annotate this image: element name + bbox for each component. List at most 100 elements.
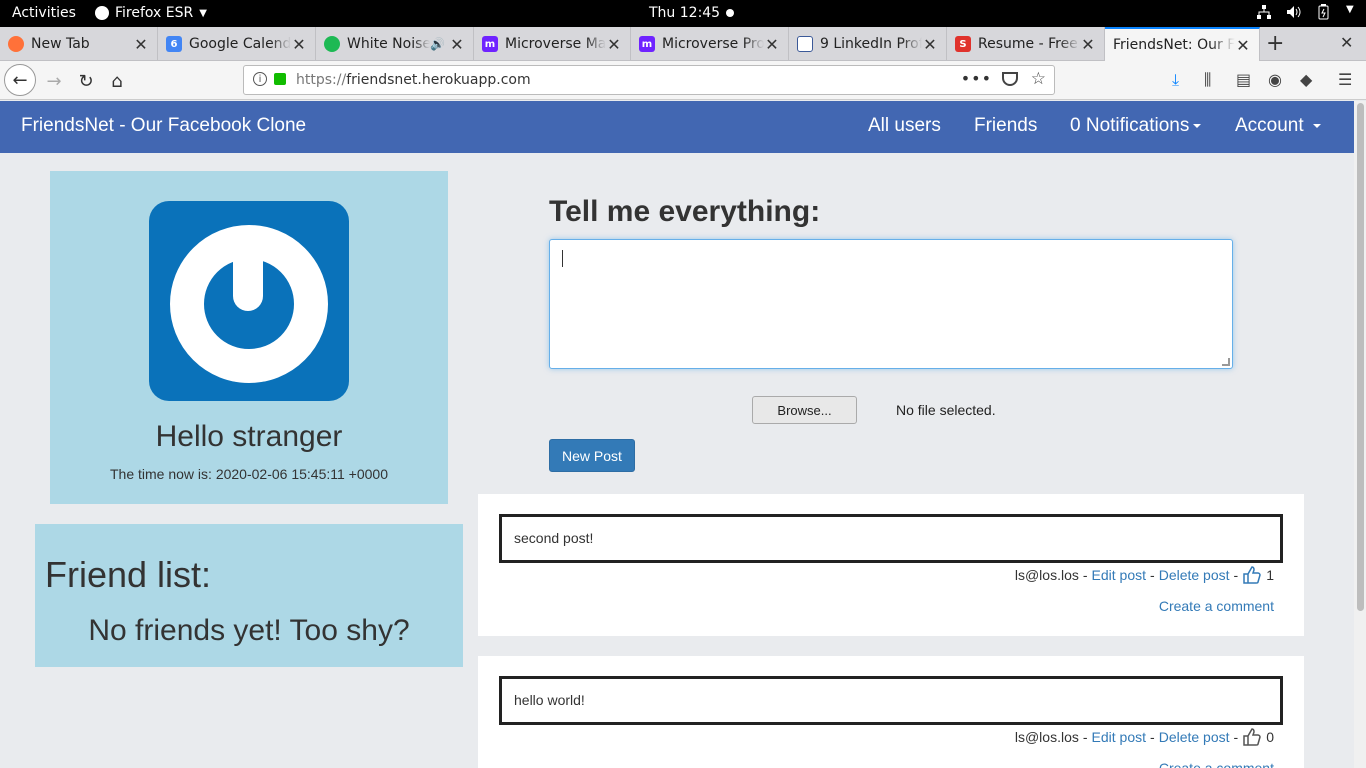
post-body: hello world! — [499, 676, 1283, 725]
post-author: ls@los.los — [1014, 567, 1079, 583]
url-text[interactable]: https://friendsnet.herokuapp.com — [296, 72, 531, 88]
post-meta: ls@los.los - Edit post - Delete post - 0 — [1014, 727, 1274, 747]
text-cursor — [562, 250, 563, 267]
library-icon[interactable]: ⫼ — [1204, 70, 1211, 90]
microverse-icon: m — [482, 36, 498, 52]
tab-google-calendar[interactable]: 6 Google Calendar ✕ — [158, 27, 316, 61]
download-icon[interactable]: ⤓ — [1172, 70, 1179, 90]
chevron-down-icon: ▼ — [1346, 4, 1354, 15]
current-time: The time now is: 2020-02-06 15:45:11 +00… — [110, 466, 388, 482]
bookmark-star-icon[interactable]: ☆ — [1031, 69, 1046, 89]
clock-label: Thu 12:45 — [649, 5, 721, 21]
web-page: FriendsNet - Our Facebook Clone All user… — [0, 101, 1354, 768]
close-icon[interactable]: ✕ — [449, 35, 465, 54]
delete-post-link[interactable]: Delete post — [1159, 729, 1230, 745]
close-icon[interactable]: ✕ — [922, 35, 938, 54]
notification-dot-icon — [726, 9, 735, 17]
resize-grip-icon[interactable] — [1222, 358, 1230, 366]
nav-friends[interactable]: Friends — [974, 115, 1037, 137]
power-logo-icon — [170, 225, 328, 383]
page-actions-icon[interactable]: ••• — [961, 69, 992, 88]
caret-down-icon — [1193, 123, 1202, 128]
tab-title: FriendsNet: Our F — [1113, 37, 1235, 53]
tab-new-tab[interactable]: New Tab ✕ — [0, 27, 158, 61]
browse-button[interactable]: Browse... — [752, 396, 857, 424]
close-icon[interactable]: ✕ — [1235, 36, 1251, 55]
chevron-down-icon: ▼ — [199, 7, 207, 19]
tab-linkedin-profile[interactable]: 9 LinkedIn Prof ✕ — [789, 27, 947, 61]
tab-title: Google Calendar — [189, 36, 291, 52]
microverse-icon: m — [639, 36, 655, 52]
tab-title: Microverse Pro — [662, 36, 764, 52]
firefox-icon — [8, 36, 24, 52]
like-count: 1 — [1266, 567, 1274, 583]
page-scrollbar[interactable] — [1354, 101, 1366, 768]
file-status: No file selected. — [896, 402, 996, 418]
site-brand[interactable]: FriendsNet - Our Facebook Clone — [21, 115, 306, 137]
google-calendar-icon: 6 — [166, 36, 182, 52]
caret-down-icon — [1312, 123, 1321, 128]
back-arrow-icon[interactable]: ← — [4, 64, 36, 96]
menu-icon[interactable]: ☰ — [1338, 70, 1352, 89]
create-comment-link[interactable]: Create a comment — [1159, 760, 1274, 768]
pocket-icon[interactable] — [1002, 72, 1018, 86]
post-card: second post! ls@los.los - Edit post - Dele… — [478, 494, 1304, 636]
system-tray[interactable]: ▼ — [1256, 4, 1356, 20]
post-meta: ls@los.los - Edit post - Delete post - 1 — [1014, 565, 1274, 585]
close-icon[interactable]: ✕ — [133, 35, 149, 54]
home-icon[interactable]: ⌂ — [103, 67, 131, 95]
thumbs-up-icon[interactable] — [1242, 727, 1262, 747]
tab-microverse-ma[interactable]: m Microverse Ma ✕ — [474, 27, 631, 61]
close-icon[interactable]: ✕ — [291, 35, 307, 54]
close-icon[interactable]: ✕ — [1080, 35, 1096, 54]
clock[interactable]: Thu 12:45 — [649, 5, 735, 21]
tab-resume[interactable]: S Resume - Free ✕ — [947, 27, 1105, 61]
url-bar[interactable]: i https://friendsnet.herokuapp.com ••• ☆ — [243, 65, 1055, 95]
volume-icon — [1286, 4, 1302, 20]
close-window-icon[interactable]: ✕ — [1340, 33, 1353, 52]
nav-account-label: Account — [1235, 115, 1304, 136]
resume-s-icon: S — [955, 36, 971, 52]
delete-post-link[interactable]: Delete post — [1159, 567, 1230, 583]
activities-button[interactable]: Activities — [12, 5, 76, 21]
new-post-button[interactable]: New Post — [549, 439, 635, 472]
network-icon — [1256, 4, 1272, 20]
close-icon[interactable]: ✕ — [764, 35, 780, 54]
edit-post-link[interactable]: Edit post — [1092, 567, 1146, 583]
scrollbar-thumb[interactable] — [1357, 103, 1364, 611]
composer-heading: Tell me everything: — [549, 195, 821, 228]
tab-microverse-pro[interactable]: m Microverse Pro ✕ — [631, 27, 789, 61]
tab-title: White Noise — [347, 36, 431, 52]
account-icon[interactable]: ◉ — [1268, 70, 1282, 89]
reload-icon[interactable]: ↻ — [72, 67, 100, 95]
avatar — [149, 201, 349, 401]
forward-arrow-icon[interactable]: → — [40, 67, 68, 95]
close-icon[interactable]: ✕ — [606, 35, 622, 54]
battery-icon — [1316, 4, 1332, 20]
gnome-top-bar: Activities Firefox ESR ▼ Thu 12:45 ▼ — [0, 0, 1366, 27]
nav-account[interactable]: Account — [1235, 115, 1321, 137]
tab-white-noise[interactable]: White Noise 🔊 ✕ — [316, 27, 474, 61]
nav-all-users[interactable]: All users — [868, 115, 941, 137]
tab-friendsnet[interactable]: FriendsNet: Our F ✕ — [1105, 27, 1260, 61]
profile-card: Hello stranger The time now is: 2020-02-… — [50, 171, 448, 504]
thumbs-up-icon[interactable] — [1242, 565, 1262, 585]
info-icon[interactable]: i — [253, 72, 267, 86]
like-count: 0 — [1266, 729, 1274, 745]
tab-title: 9 LinkedIn Prof — [820, 36, 922, 52]
post-card: hello world! ls@los.los - Edit post - Dele… — [478, 656, 1304, 768]
tab-title: New Tab — [31, 36, 90, 52]
app-menu[interactable]: Firefox ESR ▼ — [95, 5, 207, 21]
sidebar-icon[interactable]: ▤ — [1236, 70, 1251, 89]
site-navbar: FriendsNet - Our Facebook Clone All user… — [0, 101, 1354, 153]
create-comment-link[interactable]: Create a comment — [1159, 598, 1274, 614]
friend-list-empty: No friends yet! Too shy? — [88, 614, 410, 647]
nav-notifications[interactable]: 0 Notifications — [1070, 115, 1202, 137]
edit-post-link[interactable]: Edit post — [1092, 729, 1146, 745]
extension-icon[interactable]: ◆ — [1300, 70, 1312, 89]
new-tab-plus-icon[interactable]: + — [1266, 31, 1284, 56]
tab-strip: New Tab ✕ 6 Google Calendar ✕ White Nois… — [0, 27, 1366, 61]
post-textarea[interactable] — [549, 239, 1233, 369]
lock-icon[interactable] — [274, 73, 286, 85]
speaker-icon[interactable]: 🔊 — [430, 37, 445, 51]
